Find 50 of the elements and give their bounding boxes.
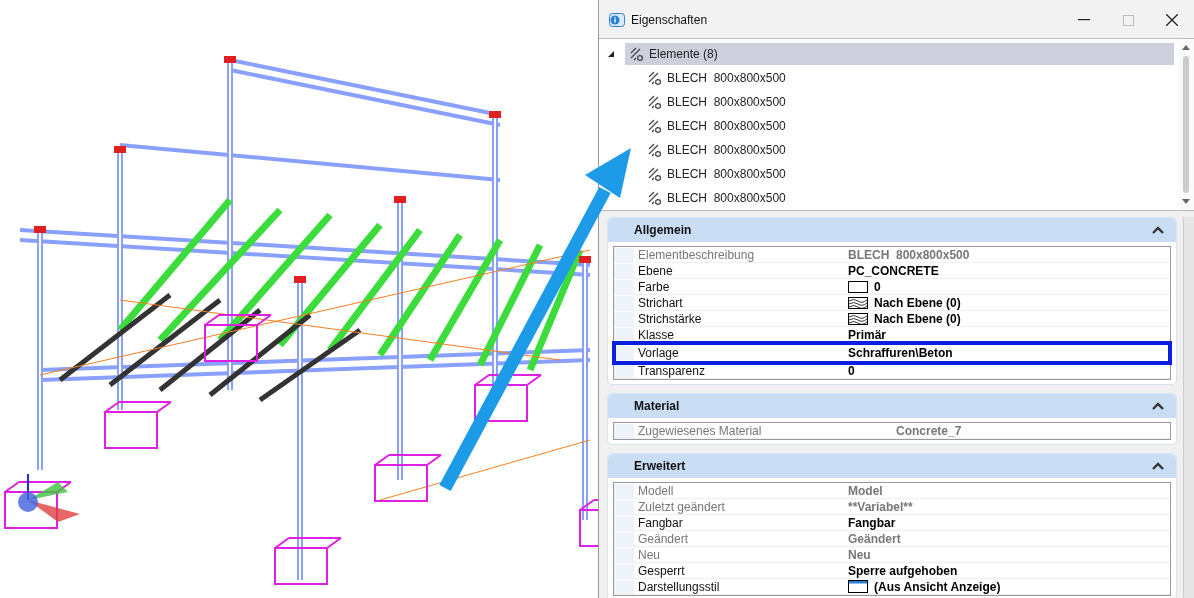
tree-item[interactable]: Elemente (8): [625, 43, 1174, 65]
element-icon: [647, 190, 663, 206]
tree-item[interactable]: BLECH 800x800x500: [643, 91, 790, 113]
chevron-up-icon: [1152, 402, 1164, 410]
property-value: BLECH 800x800x500: [848, 247, 970, 262]
element-icon: [647, 94, 663, 110]
hatch-pattern-icon: [848, 296, 868, 309]
info-icon: [609, 13, 625, 27]
scroll-up-icon: [1182, 45, 1190, 50]
color-swatch-icon: [848, 280, 868, 293]
property-value: PC_CONCRETE: [848, 263, 939, 278]
maximize-icon: [1122, 14, 1134, 26]
property-value: Neu: [848, 547, 871, 562]
property-value: Model: [848, 483, 883, 498]
window-icon: [848, 580, 868, 593]
section-header[interactable]: Material: [608, 394, 1176, 418]
property-value: Schraffuren\Beton: [848, 345, 953, 360]
collapse-triangle-icon[interactable]: [607, 50, 615, 58]
hatch-pattern-icon: [848, 312, 868, 325]
element-icon: [629, 46, 645, 62]
scroll-down-icon: [1182, 199, 1190, 204]
window-title: Eigenschaften: [631, 13, 708, 27]
element-icon: [647, 70, 663, 86]
property-value: Concrete_7: [896, 423, 962, 438]
element-icon: [647, 166, 663, 182]
property-value: Geändert: [848, 531, 901, 546]
scrollbar[interactable]: [1183, 217, 1194, 598]
property-value: 0: [874, 279, 881, 294]
chevron-up-icon: [1152, 462, 1164, 470]
chevron-up-icon: [1152, 226, 1164, 234]
property-value: 0: [848, 363, 855, 378]
element-icon: [647, 142, 663, 158]
close-icon: [1166, 14, 1178, 26]
property-value: Nach Ebene (0): [874, 311, 961, 326]
minimize-icon: [1078, 19, 1090, 21]
tree-item[interactable]: BLECH 800x800x500: [643, 187, 790, 209]
property-value: (Aus Ansicht Anzeige): [874, 579, 1001, 594]
property-value: **Variabel**: [848, 499, 913, 514]
property-value: Sperre aufgehoben: [848, 563, 958, 578]
property-value: Nach Ebene (0): [874, 295, 961, 310]
scrollbar[interactable]: [1178, 39, 1194, 210]
property-value: Primär: [848, 327, 887, 342]
section-header[interactable]: Allgemein: [608, 218, 1176, 242]
tree-item[interactable]: BLECH 800x800x500: [643, 115, 790, 137]
section-header[interactable]: Erweitert: [608, 454, 1176, 478]
tree-item[interactable]: BLECH 800x800x500: [643, 139, 790, 161]
tree-item[interactable]: BLECH 800x800x500: [643, 67, 790, 89]
element-icon: [647, 118, 663, 134]
property-value: Fangbar: [848, 515, 896, 530]
tree-item[interactable]: BLECH 800x800x500: [643, 163, 790, 185]
